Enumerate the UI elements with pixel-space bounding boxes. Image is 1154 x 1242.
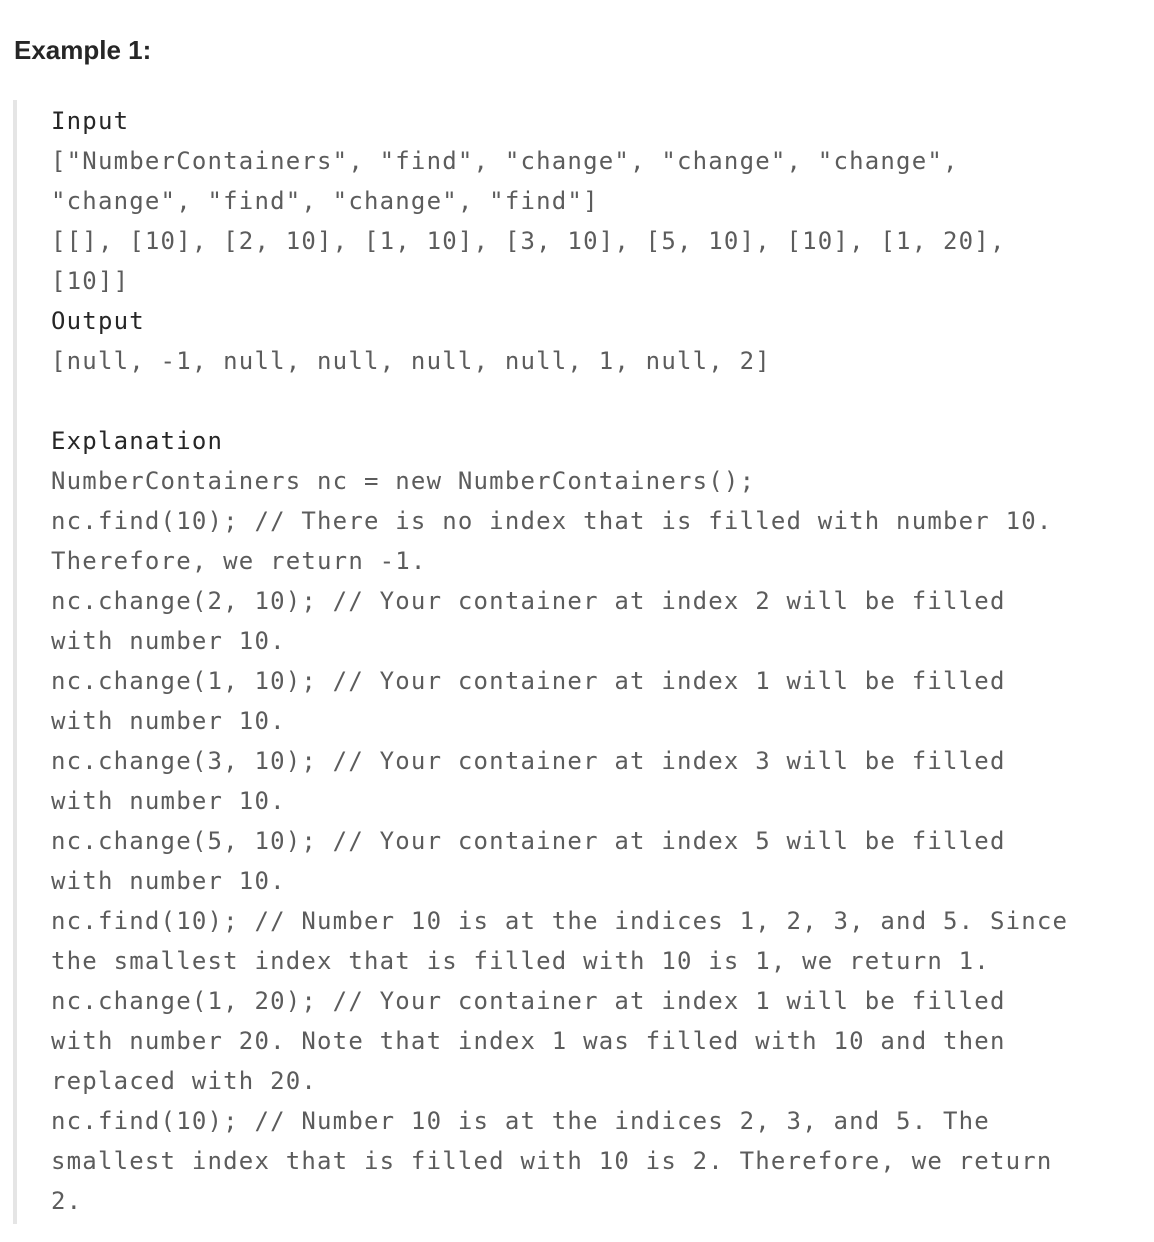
explanation-line: 2.	[51, 1187, 83, 1215]
output-line: [null, -1, null, null, null, null, 1, nu…	[51, 347, 771, 375]
explanation-line: with number 20. Note that index 1 was fi…	[51, 1027, 1006, 1055]
explanation-line: nc.find(10); // There is no index that i…	[51, 507, 1053, 535]
explanation-line: nc.change(5, 10); // Your container at i…	[51, 827, 1006, 855]
explanation-label: Explanation	[51, 427, 224, 455]
explanation-line: smallest index that is filled with 10 is…	[51, 1147, 1053, 1175]
explanation-line: with number 10.	[51, 867, 286, 895]
example-heading: Example 1:	[14, 35, 152, 65]
input-line: ["NumberContainers", "find", "change", "…	[51, 147, 959, 175]
explanation-line: replaced with 20.	[51, 1067, 318, 1095]
explanation-line: the smallest index that is filled with 1…	[51, 947, 990, 975]
explanation-line: nc.change(1, 10); // Your container at i…	[51, 667, 1006, 695]
explanation-line: nc.change(3, 10); // Your container at i…	[51, 747, 1006, 775]
input-line: "change", "find", "change", "find"]	[51, 187, 599, 215]
explanation-line: nc.find(10); // Number 10 is at the indi…	[51, 1107, 990, 1135]
explanation-line: NumberContainers nc = new NumberContaine…	[51, 467, 756, 495]
explanation-line: nc.change(2, 10); // Your container at i…	[51, 587, 1006, 615]
explanation-line: with number 10.	[51, 787, 286, 815]
input-line: [10]]	[51, 267, 130, 295]
output-label: Output	[51, 307, 145, 335]
explanation-line: with number 10.	[51, 627, 286, 655]
explanation-line: with number 10.	[51, 707, 286, 735]
explanation-line: nc.find(10); // Number 10 is at the indi…	[51, 907, 1069, 935]
explanation-line: nc.change(1, 20); // Your container at i…	[51, 987, 1006, 1015]
input-label: Input	[51, 107, 130, 135]
explanation-line: Therefore, we return -1.	[51, 547, 427, 575]
example-code-block: Input ["NumberContainers", "find", "chan…	[13, 100, 1154, 1224]
input-line: [[], [10], [2, 10], [1, 10], [3, 10], [5…	[51, 227, 1006, 255]
